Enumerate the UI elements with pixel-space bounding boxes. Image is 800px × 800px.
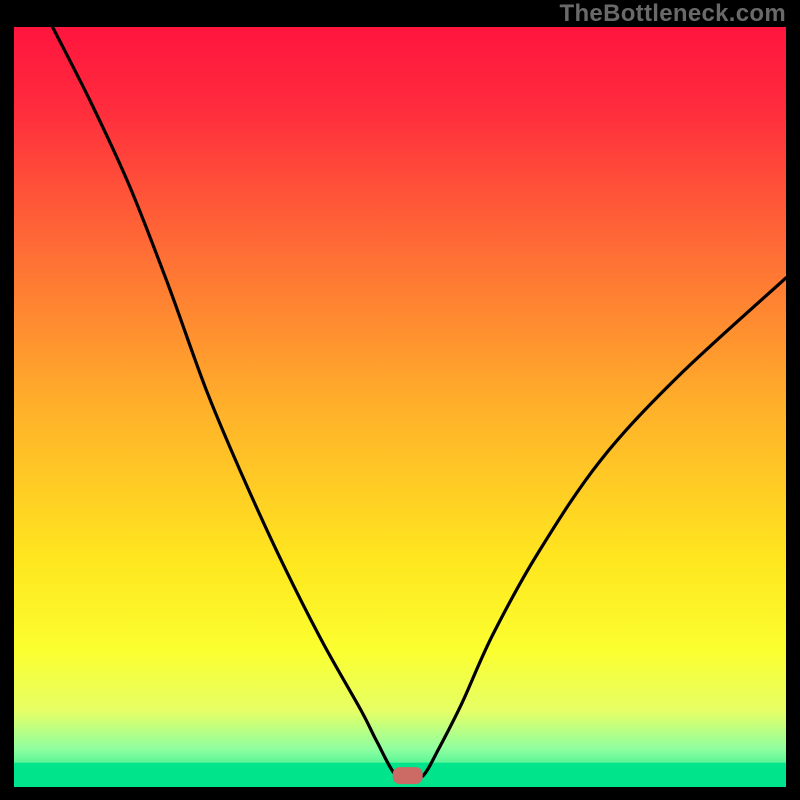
optimum-marker [393, 767, 423, 784]
gradient-background [14, 27, 786, 787]
chart-frame: TheBottleneck.com [0, 0, 800, 800]
watermark-text: TheBottleneck.com [560, 0, 786, 28]
bottleneck-chart [14, 27, 786, 787]
plot-area [14, 27, 786, 787]
